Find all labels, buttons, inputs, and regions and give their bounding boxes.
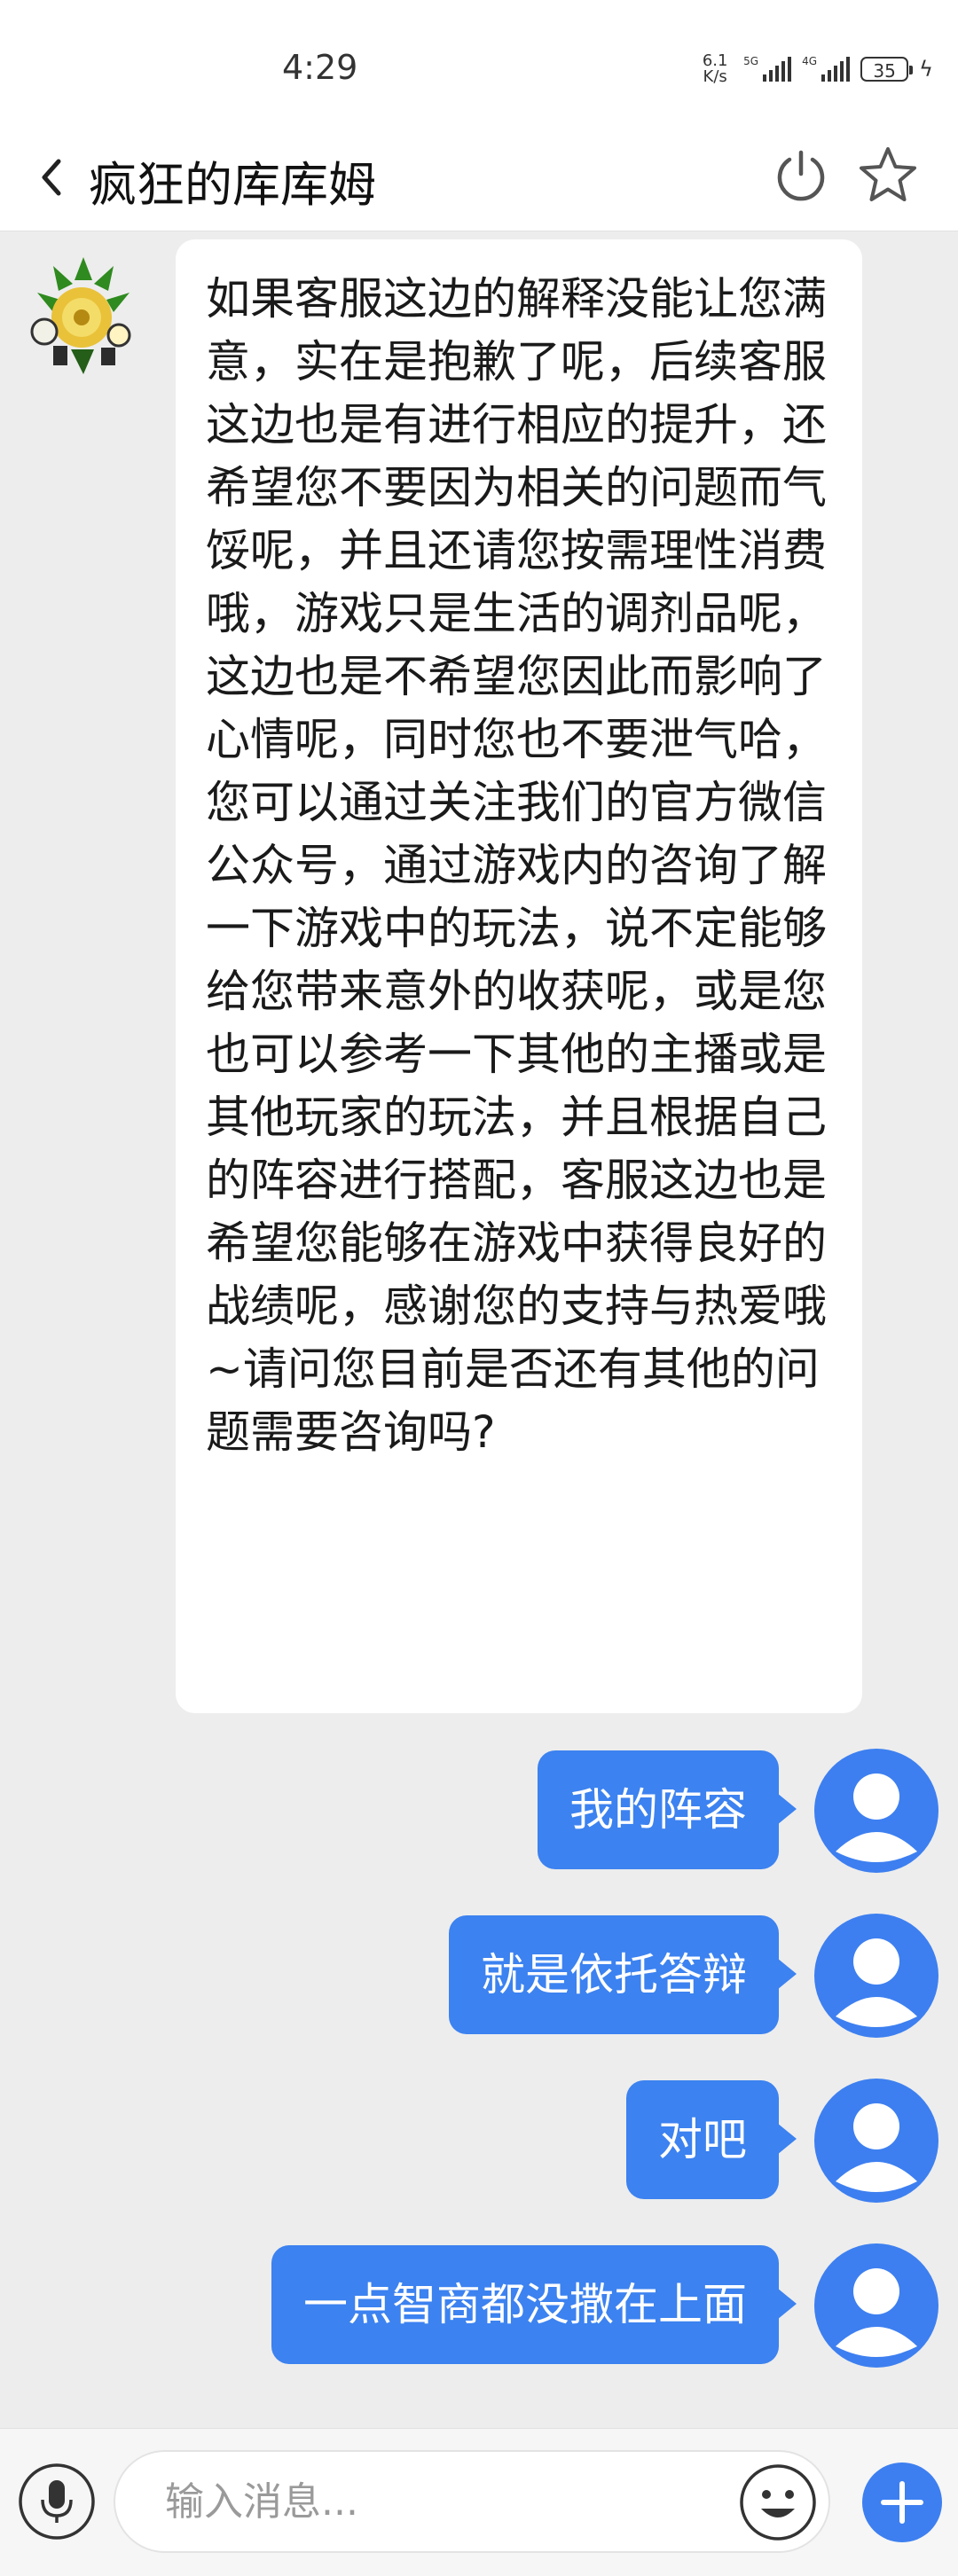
battery-icon: 35	[860, 57, 914, 82]
outgoing-bubble[interactable]: 就是依托答辩	[449, 1915, 797, 2034]
user-avatar[interactable]	[813, 2242, 940, 2369]
incoming-message-bubble[interactable]: 如果客服这边的解释没能让您满意，实在是抱歉了呢，后续客服这边也是有进行相应的提升…	[176, 239, 862, 1713]
signal-4g-icon: 4G	[802, 55, 851, 82]
status-time: 4:29	[282, 48, 358, 87]
status-icons: 6.1 K/s 5G 4G 35 ϟ	[697, 50, 933, 89]
charging-icon: ϟ	[919, 57, 933, 82]
outgoing-bubble[interactable]: 对吧	[626, 2080, 797, 2199]
status-bar: 4:29 6.1 K/s 5G 4G 35 ϟ	[0, 0, 958, 124]
back-icon[interactable]	[34, 151, 69, 204]
star-icon[interactable]	[857, 144, 919, 206]
user-avatar[interactable]	[813, 1912, 940, 2040]
plus-icon[interactable]	[860, 2461, 944, 2544]
signal-5g-icon: 5G	[743, 55, 792, 82]
bot-avatar[interactable]	[18, 250, 149, 381]
input-bar	[0, 2428, 958, 2576]
emoji-icon[interactable]	[738, 2462, 818, 2542]
network-speed: 6.1 K/s	[702, 51, 728, 86]
user-avatar[interactable]	[813, 1747, 940, 1875]
power-icon[interactable]	[772, 145, 830, 204]
chat-title: 疯狂的库库姆	[89, 157, 376, 213]
outgoing-bubble[interactable]: 一点智商都没撒在上面	[271, 2245, 797, 2364]
user-avatar[interactable]	[813, 2077, 940, 2204]
microphone-icon[interactable]	[18, 2462, 96, 2541]
message-input[interactable]	[114, 2450, 830, 2553]
chat-header: 疯狂的库库姆	[0, 124, 958, 231]
outgoing-bubble[interactable]: 我的阵容	[538, 1750, 797, 1869]
